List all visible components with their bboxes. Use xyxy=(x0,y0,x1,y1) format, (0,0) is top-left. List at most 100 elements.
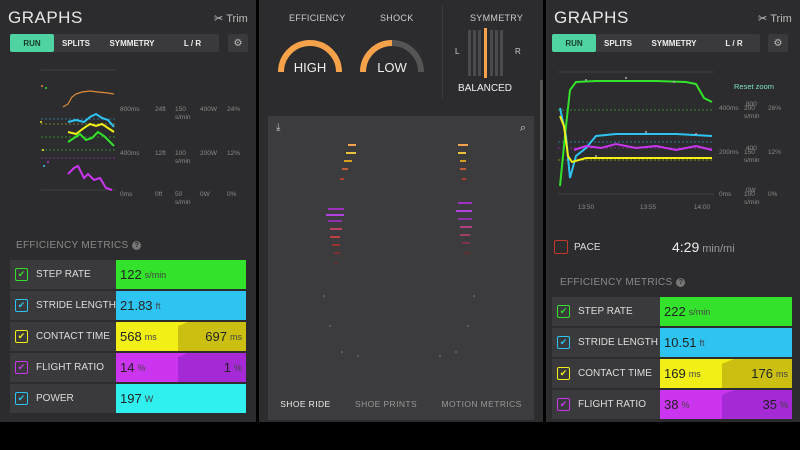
checkbox-checked-icon[interactable]: ✔ xyxy=(15,392,28,405)
right-ytick-col3-mid: 400 xyxy=(746,145,757,152)
right-tab-run[interactable]: RUN xyxy=(552,34,596,52)
left-ytick-col4-top: 400W xyxy=(200,106,218,113)
right-ytick-col4-bot: 0% xyxy=(768,191,778,198)
shoe-view-tabs: SHOE RIDE SHOE PRINTS MOTION METRICS xyxy=(268,392,534,416)
gear-icon: ⚙ xyxy=(773,37,783,49)
value-unit: ft xyxy=(155,300,161,311)
checkbox-checked-icon[interactable]: ✔ xyxy=(557,305,570,318)
divider xyxy=(442,6,443,98)
left-ytick-col3-unit-bot: s/min xyxy=(175,199,191,206)
right-ytick-col1-mid: 200ms xyxy=(719,149,739,156)
right-ytick-col2-unit-top: s/min xyxy=(744,113,760,120)
metric-name: FLIGHT RATIO xyxy=(578,399,646,410)
scrollbar[interactable] xyxy=(540,80,543,160)
pace-value: 4:29 xyxy=(672,239,700,255)
left-ytick-col5-top: 24% xyxy=(227,106,240,113)
checkbox-checked-icon[interactable]: ✔ xyxy=(557,367,570,380)
left-ytick-col3-mid: 100 xyxy=(175,150,186,157)
shock-label: SHOCK xyxy=(380,13,414,23)
left-run-chart[interactable]: 800ms 400ms 0ms 24ft 12ft 0ft 150 s/min … xyxy=(38,62,248,212)
right-metric-step-rate: ✔ STEP RATE 222 s/min xyxy=(552,297,792,326)
left-efficiency-metrics-label: EFFICIENCY METRICS xyxy=(16,240,129,251)
left-efficiency-metrics-heading: EFFICIENCY METRICS? xyxy=(16,240,142,251)
symmetry-indicator: L R BALANCED xyxy=(455,28,521,94)
checkbox-checked-icon[interactable]: ✔ xyxy=(15,361,28,374)
value-unit: s/min xyxy=(144,269,167,280)
left-tab-run[interactable]: RUN xyxy=(10,34,54,52)
right-metric-contact-time: ✔ CONTACT TIME 169 ms 176 ms xyxy=(552,359,792,388)
shock-gauge: LOW xyxy=(360,40,424,75)
metric-value: 222 s/min xyxy=(660,297,792,326)
checkbox-checked-icon[interactable]: ✔ xyxy=(15,330,28,343)
left-contact-time-left-value: 568 ms xyxy=(120,329,157,344)
right-settings-button[interactable]: ⚙ xyxy=(768,34,788,52)
help-icon[interactable]: ? xyxy=(132,241,142,250)
metric-value-split: 169 ms 176 ms xyxy=(660,359,792,388)
download-icon[interactable]: ⤓ xyxy=(276,122,280,133)
left-ytick-col2-top: 24ft xyxy=(155,106,166,113)
left-settings-button[interactable]: ⚙ xyxy=(228,34,248,52)
right-efficiency-metrics-heading: EFFICIENCY METRICS? xyxy=(560,277,686,288)
value-unit: ft xyxy=(699,337,705,348)
checkbox-checked-icon[interactable]: ✔ xyxy=(557,336,570,349)
value-unit: s/min xyxy=(688,306,711,317)
right-tab-splits[interactable]: SPLITS xyxy=(596,34,640,52)
right-ytick-col3-bot: 0W xyxy=(746,187,757,194)
right-run-chart[interactable]: 13:50 13:55 14:00 400ms 200ms 0ms 200 s/… xyxy=(556,66,796,216)
right-xtick-2: 14:00 xyxy=(694,204,711,211)
metric-name: CONTACT TIME xyxy=(578,368,652,379)
metric-value-split: 38% 35% xyxy=(660,390,792,419)
left-shoe-trace xyxy=(323,144,359,357)
right-ytick-col2-unit-bot: s/min xyxy=(744,199,760,206)
left-trim-button[interactable]: ✂ Trim xyxy=(214,12,248,25)
help-icon[interactable]: ? xyxy=(676,278,686,287)
center-panel: EFFICIENCY SHOCK SYMMETRY HIGH LOW L R B… xyxy=(259,0,543,422)
right-contact-time-right-value: 176 ms xyxy=(751,366,788,381)
right-xtick-1: 13:55 xyxy=(640,204,657,211)
right-contact-time-left-value: 169 ms xyxy=(664,366,701,381)
left-ytick-col5-bot: 0% xyxy=(227,191,237,198)
metric-value: 21.83 ft xyxy=(116,291,246,320)
scissors-icon: ✂ xyxy=(758,13,768,25)
right-graphs-title: GRAPHS xyxy=(554,8,629,27)
pace-unit: min/mi xyxy=(702,243,735,255)
tab-shoe-prints[interactable]: SHOE PRINTS xyxy=(355,399,417,409)
left-ytick-col5-mid: 12% xyxy=(227,150,240,157)
left-tab-lr[interactable]: L / R xyxy=(166,34,219,52)
right-flight-ratio-left-value: 38% xyxy=(664,397,690,412)
left-ytick-col1-bot: 0ms xyxy=(120,191,133,198)
left-metric-power: ✔ POWER 197 W xyxy=(10,384,246,413)
right-efficiency-metrics-label: EFFICIENCY METRICS xyxy=(560,277,673,288)
metric-name: STEP RATE xyxy=(36,269,91,280)
metric-name: STRIDE LENGTH xyxy=(36,300,117,311)
value-unit: W xyxy=(144,393,154,404)
right-tab-lr[interactable]: L / R xyxy=(708,34,760,52)
symmetry-label: SYMMETRY xyxy=(470,13,524,23)
metric-value-split: 14% 1% xyxy=(116,353,246,382)
efficiency-value: HIGH xyxy=(294,60,327,75)
right-flight-ratio-right-value: 35% xyxy=(762,397,788,412)
pace-value-wrap: 4:29 min/mi xyxy=(672,239,735,255)
left-tab-symmetry[interactable]: SYMMETRY xyxy=(98,34,166,52)
left-ytick-col2-mid: 12ft xyxy=(155,150,166,157)
right-graph-tabs: RUN SPLITS SYMMETRY L / R xyxy=(552,34,760,52)
checkbox-checked-icon[interactable]: ✔ xyxy=(557,398,570,411)
tab-motion-metrics[interactable]: MOTION METRICS xyxy=(442,399,522,409)
right-metric-flight-ratio: ✔ FLIGHT RATIO 38% 35% xyxy=(552,390,792,419)
left-ytick-col2-bot: 0ft xyxy=(155,191,162,198)
checkbox-checked-icon[interactable]: ✔ xyxy=(15,299,28,312)
shock-value: LOW xyxy=(377,60,407,75)
gear-icon: ⚙ xyxy=(233,37,243,49)
left-ytick-col3-unit-mid: s/min xyxy=(175,158,191,165)
left-tab-splits[interactable]: SPLITS xyxy=(54,34,98,52)
pace-checkbox[interactable] xyxy=(554,240,568,254)
right-trim-button[interactable]: ✂ Trim xyxy=(758,12,792,25)
value-number: 10.51 xyxy=(664,335,697,350)
checkbox-checked-icon[interactable]: ✔ xyxy=(15,268,28,281)
symmetry-left-label: L xyxy=(455,47,460,56)
tab-shoe-ride[interactable]: SHOE RIDE xyxy=(280,399,330,409)
right-tab-symmetry[interactable]: SYMMETRY xyxy=(640,34,708,52)
left-metric-contact-time: ✔ CONTACT TIME 568 ms 697 ms xyxy=(10,322,246,351)
zoom-icon[interactable]: ⌕ xyxy=(520,122,526,135)
symmetry-right-label: R xyxy=(515,47,521,56)
